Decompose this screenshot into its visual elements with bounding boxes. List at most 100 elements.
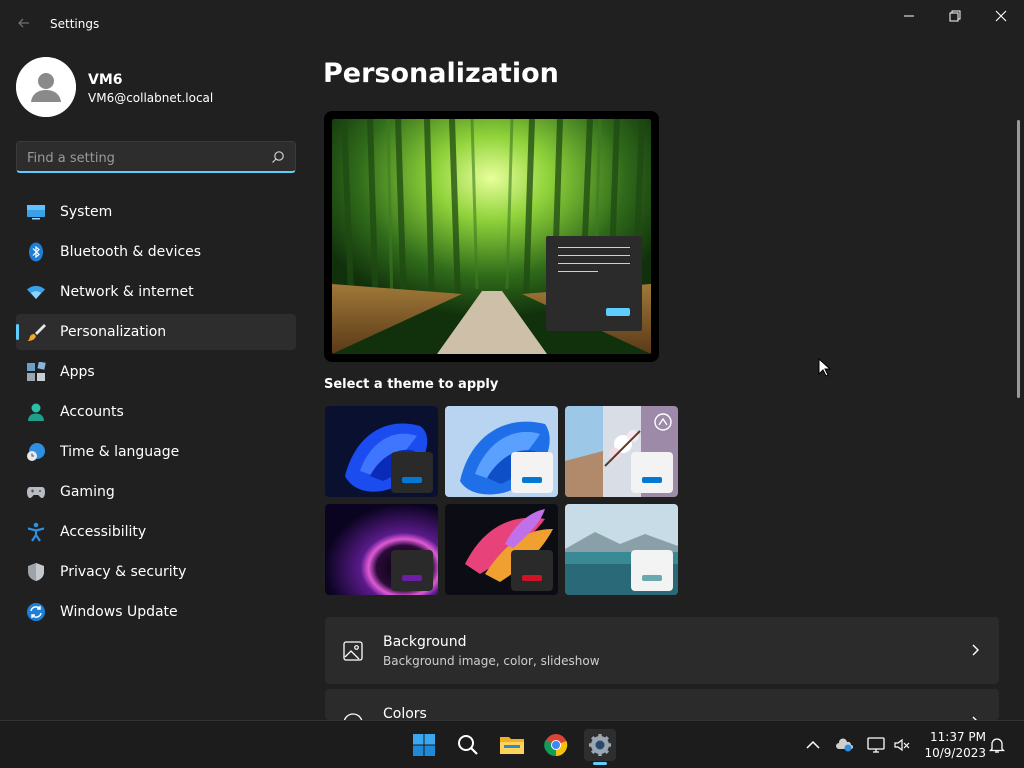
sidebar-nav: System Bluetooth & devices Network & int… bbox=[16, 194, 296, 634]
restore-icon bbox=[949, 10, 961, 22]
sidebar-item-label: Accounts bbox=[60, 404, 124, 420]
taskbar-clock[interactable]: 11:37 PM 10/9/2023 bbox=[920, 729, 986, 761]
globe-clock-icon bbox=[27, 443, 45, 461]
file-explorer-icon bbox=[500, 737, 524, 754]
sidebar-item-network[interactable]: Network & internet bbox=[16, 274, 296, 310]
sidebar-item-label: Gaming bbox=[60, 484, 115, 500]
title-bar: Settings bbox=[0, 0, 1024, 48]
sidebar-item-label: Network & internet bbox=[60, 284, 194, 300]
close-icon bbox=[995, 10, 1007, 22]
card-title: Background bbox=[383, 634, 467, 650]
sidebar-item-accessibility[interactable]: Accessibility bbox=[16, 514, 296, 550]
sidebar-item-label: Personalization bbox=[60, 324, 167, 340]
user-avatar-icon bbox=[16, 57, 76, 117]
user-email: VM6@collabnet.local bbox=[88, 91, 214, 105]
theme-tile-purple-glow[interactable] bbox=[325, 504, 438, 595]
page-title: Personalization bbox=[323, 58, 559, 89]
sidebar-item-label: Apps bbox=[60, 364, 95, 380]
image-icon bbox=[343, 641, 363, 661]
sidebar-item-bluetooth[interactable]: Bluetooth & devices bbox=[16, 234, 296, 270]
mouse-cursor-icon bbox=[818, 358, 832, 377]
sidebar-item-label: Accessibility bbox=[60, 524, 147, 540]
sync-badge-icon bbox=[654, 413, 672, 431]
onedrive-icon[interactable] bbox=[836, 736, 854, 754]
user-profile[interactable]: VM6 VM6@collabnet.local bbox=[16, 57, 296, 117]
theme-tile-captured-motion[interactable] bbox=[445, 504, 558, 595]
shield-icon bbox=[28, 563, 44, 581]
sidebar-item-privacy-security[interactable]: Privacy & security bbox=[16, 554, 296, 590]
sidebar-item-label: Privacy & security bbox=[60, 564, 187, 580]
search-icon[interactable] bbox=[271, 150, 285, 164]
scrollbar-thumb[interactable] bbox=[1017, 120, 1020, 398]
accessibility-icon bbox=[27, 522, 45, 542]
start-icon bbox=[413, 734, 435, 756]
sidebar-item-personalization[interactable]: Personalization bbox=[16, 314, 296, 350]
clock-date: 10/9/2023 bbox=[924, 746, 986, 760]
search-icon bbox=[458, 735, 478, 755]
apps-icon bbox=[27, 362, 46, 381]
theme-window-preview bbox=[631, 550, 673, 591]
avatar bbox=[16, 57, 76, 117]
update-icon bbox=[27, 603, 45, 621]
settings-search[interactable] bbox=[16, 141, 296, 173]
taskbar-search-button[interactable] bbox=[452, 729, 484, 761]
minimize-icon bbox=[904, 15, 914, 17]
theme-accent bbox=[522, 575, 542, 581]
colors-card[interactable]: Colors bbox=[325, 689, 999, 720]
background-card[interactable]: Background Background image, color, slid… bbox=[325, 617, 999, 684]
theme-accent bbox=[642, 477, 662, 483]
theme-tile-lake[interactable] bbox=[565, 504, 678, 595]
preview-line bbox=[558, 255, 630, 256]
card-title: Colors bbox=[383, 706, 427, 720]
preview-line bbox=[558, 247, 630, 248]
clock-time: 11:37 PM bbox=[930, 730, 986, 744]
themes-label: Select a theme to apply bbox=[324, 377, 499, 392]
theme-accent bbox=[402, 477, 422, 483]
close-button[interactable] bbox=[978, 0, 1024, 32]
sidebar-item-accounts[interactable]: Accounts bbox=[16, 394, 296, 430]
file-explorer-button[interactable] bbox=[496, 729, 528, 761]
restore-button[interactable] bbox=[932, 0, 978, 32]
network-icon[interactable] bbox=[867, 736, 885, 754]
notification-bell-icon[interactable] bbox=[988, 736, 1006, 754]
person-icon bbox=[28, 403, 44, 421]
chevron-up-icon[interactable] bbox=[804, 736, 822, 754]
minimize-button[interactable] bbox=[886, 0, 932, 32]
bluetooth-icon bbox=[29, 242, 43, 262]
theme-window-preview bbox=[511, 550, 553, 591]
theme-window-preview bbox=[391, 452, 433, 493]
active-app-indicator bbox=[593, 762, 607, 765]
theme-accent bbox=[642, 575, 662, 581]
preview-line bbox=[558, 263, 630, 264]
sidebar-item-gaming[interactable]: Gaming bbox=[16, 474, 296, 510]
theme-preview bbox=[324, 111, 659, 362]
sidebar-item-apps[interactable]: Apps bbox=[16, 354, 296, 390]
search-input[interactable] bbox=[27, 148, 257, 168]
sidebar-item-windows-update[interactable]: Windows Update bbox=[16, 594, 296, 630]
theme-tile-dark-bloom[interactable] bbox=[325, 406, 438, 497]
back-arrow-icon[interactable] bbox=[14, 13, 34, 33]
sidebar-item-label: Windows Update bbox=[60, 604, 178, 620]
preview-line bbox=[558, 271, 598, 272]
start-button[interactable] bbox=[408, 729, 440, 761]
wallpaper-preview bbox=[332, 119, 651, 354]
theme-tile-blossom[interactable] bbox=[565, 406, 678, 497]
preview-accent-button bbox=[606, 308, 630, 316]
sidebar-item-label: System bbox=[60, 204, 113, 220]
card-subtitle: Background image, color, slideshow bbox=[383, 654, 600, 668]
palette-icon bbox=[343, 713, 363, 720]
sidebar-item-system[interactable]: System bbox=[16, 194, 296, 230]
user-name: VM6 bbox=[88, 72, 123, 88]
settings-taskbar-button[interactable] bbox=[584, 729, 616, 761]
theme-accent bbox=[522, 477, 542, 483]
sidebar-item-label: Time & language bbox=[60, 444, 180, 460]
sidebar-item-time-language[interactable]: Time & language bbox=[16, 434, 296, 470]
theme-window-preview bbox=[391, 550, 433, 591]
theme-window-preview bbox=[631, 452, 673, 493]
theme-tile-light-bloom[interactable] bbox=[445, 406, 558, 497]
system-icon bbox=[27, 205, 45, 220]
theme-accent bbox=[402, 575, 422, 581]
volume-muted-icon[interactable] bbox=[893, 736, 911, 754]
chrome-button[interactable] bbox=[540, 729, 572, 761]
preview-window bbox=[546, 236, 642, 331]
